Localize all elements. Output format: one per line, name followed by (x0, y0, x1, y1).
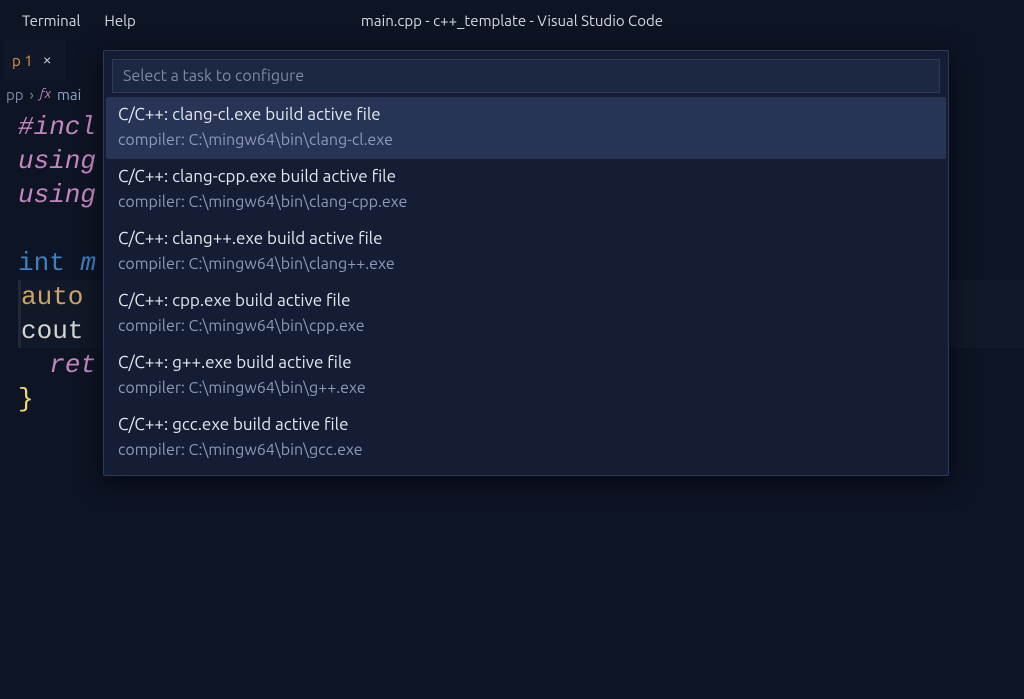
task-picker: Select a task to configure C/C++: clang-… (103, 50, 949, 476)
task-item[interactable]: C/C++: g++.exe build active filecompiler… (106, 345, 946, 407)
task-item-title: C/C++: clang++.exe build active file (118, 227, 934, 251)
task-item-desc: compiler: C:\mingw64\bin\clang-cpp.exe (118, 191, 934, 213)
task-item-title: C/C++: cpp.exe build active file (118, 289, 934, 313)
task-item-desc: compiler: C:\mingw64\bin\clang++.exe (118, 253, 934, 275)
menu-terminal[interactable]: Terminal (10, 8, 92, 33)
tab-label: p 1 (12, 52, 33, 69)
tab-main-cpp[interactable]: p 1 × (4, 40, 67, 80)
breadcrumb-file: pp (6, 86, 24, 103)
window-title: main.cpp - c++_template - Visual Studio … (0, 12, 1024, 29)
task-picker-list: C/C++: clang-cl.exe build active filecom… (104, 97, 948, 475)
task-item[interactable]: C/C++: clang-cpp.exe build active fileco… (106, 159, 946, 221)
breadcrumb-function: mai (57, 86, 81, 103)
menubar: Terminal Help main.cpp - c++_template - … (0, 0, 1024, 40)
task-item-desc: compiler: C:\mingw64\bin\gcc.exe (118, 439, 934, 461)
function-icon: ƒx (40, 87, 51, 101)
task-item-desc: compiler: C:\mingw64\bin\clang-cl.exe (118, 129, 934, 151)
task-item-desc: compiler: C:\mingw64\bin\g++.exe (118, 377, 934, 399)
task-item-title: C/C++: clang-cpp.exe build active file (118, 165, 934, 189)
menu-help[interactable]: Help (92, 8, 147, 33)
task-item-desc: compiler: C:\mingw64\bin\cpp.exe (118, 315, 934, 337)
chevron-right-icon: › (30, 86, 34, 103)
task-picker-input[interactable]: Select a task to configure (112, 59, 940, 93)
task-item-title: C/C++: g++.exe build active file (118, 351, 934, 375)
task-item[interactable]: C/C++: gcc.exe build active filecompiler… (106, 407, 946, 469)
task-item-title: C/C++: gcc.exe build active file (118, 413, 934, 437)
task-picker-placeholder: Select a task to configure (123, 67, 304, 85)
task-item[interactable]: C/C++: clang++.exe build active filecomp… (106, 221, 946, 283)
close-icon[interactable]: × (41, 51, 54, 69)
task-item-title: C/C++: clang-cl.exe build active file (118, 103, 934, 127)
task-item[interactable]: C/C++: clang-cl.exe build active filecom… (106, 97, 946, 159)
task-item[interactable]: C/C++: cpp.exe build active filecompiler… (106, 283, 946, 345)
